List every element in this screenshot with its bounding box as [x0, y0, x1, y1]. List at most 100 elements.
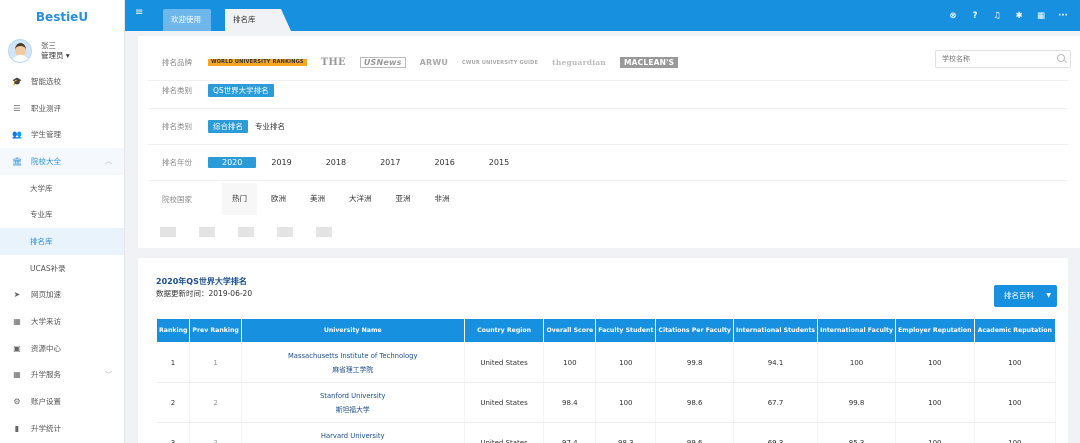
sidebar-item-2[interactable]: 👥 学生管理	[0, 121, 124, 148]
column-header[interactable]: Prev Ranking	[189, 318, 242, 343]
year-2017-option[interactable]: 2017	[375, 157, 405, 168]
avatar[interactable]	[8, 39, 32, 63]
column-header[interactable]: Citations Per Faculty	[655, 318, 734, 343]
brand-qs[interactable]: WORLD UNIVERSITY RANKINGS	[208, 59, 307, 66]
user-name: 张三	[41, 41, 56, 50]
sidebar-item-label: 学生管理	[31, 130, 61, 140]
chevron-down-icon: ﹀	[105, 370, 112, 379]
cell-intl_students: 94.1	[733, 342, 819, 383]
sidebar-item-4[interactable]: 大学库	[0, 175, 124, 202]
year-2016-option[interactable]: 2016	[429, 157, 459, 168]
calculator-icon[interactable]: ▦	[1030, 11, 1052, 21]
sidebar-item-12[interactable]: ⚙ 账户设置	[0, 388, 124, 415]
brand-the[interactable]: THE	[321, 57, 346, 68]
region-oceania-tab[interactable]: 大洋洲	[339, 183, 382, 215]
university-name-cell: Harvard University哈佛大学	[241, 422, 465, 443]
university-name-zh-link[interactable]: 斯坦福大学	[242, 403, 464, 417]
sidebar-item-0[interactable]: 🎓 智能选校	[0, 68, 124, 95]
flag-australia-icon[interactable]	[316, 227, 332, 237]
tab-welcome[interactable]: 欢迎使用	[163, 9, 211, 31]
gear-icon[interactable]: ✱	[1008, 11, 1030, 21]
brand-logo[interactable]: BestieU	[0, 0, 124, 34]
column-header[interactable]: Academic Reputation	[973, 318, 1057, 343]
sidebar-item-7[interactable]: UCAS补录	[0, 255, 124, 282]
sidebar-item-13[interactable]: ▮ 升学统计	[0, 415, 124, 442]
sidebar-item-9[interactable]: ▦ 大学来访	[0, 308, 124, 335]
year-2015-option[interactable]: 2015	[484, 157, 514, 168]
region-americas-tab[interactable]: 美洲	[300, 183, 335, 215]
filter-panel: 排名品牌 WORLD UNIVERSITY RANKINGS THE USNew…	[138, 36, 1080, 248]
cell-country: United States	[464, 422, 545, 443]
user-role-dropdown[interactable]: 管理员 ▾	[41, 51, 70, 61]
brand-cwur[interactable]: CWUR UNIVERSITY GUIDE	[462, 60, 538, 66]
ranking-wiki-button[interactable]: 排名百科 ▼	[994, 285, 1057, 307]
sidebar-item-8[interactable]: ➤ 网页加速	[0, 282, 124, 309]
sidebar-item-5[interactable]: 专业库	[0, 201, 124, 228]
column-header[interactable]: Country Region	[463, 318, 545, 343]
help-icon[interactable]: ?	[964, 11, 986, 21]
country-filter-row: 院校国家 热门 欧洲 美洲 大洋洲 亚洲 非洲	[148, 181, 1068, 217]
university-name-en-link[interactable]: Massachusetts Institute of Technology	[242, 349, 464, 363]
column-header[interactable]: Employer Reputation	[895, 318, 975, 343]
table-row[interactable]: 33Harvard University哈佛大学United States97.…	[156, 422, 1057, 443]
sidebar: BestieU 张三 管理员 ▾ 🎓 智能选校 ☰ 职业测评 👥 学生管理 🏛 院校大全 ︿ 大学…	[0, 0, 125, 443]
users-icon: 👥	[12, 130, 22, 140]
university-name-en-link[interactable]: Harvard University	[242, 429, 464, 443]
cell-citations: 99.6	[655, 422, 734, 443]
type-overall-option[interactable]: 综合排名	[208, 120, 248, 133]
sidebar-item-label: 资源中心	[31, 343, 61, 353]
brand-arwu[interactable]: ARWU	[420, 58, 448, 67]
results-update-date: 数据更新时间：2019-06-20	[156, 289, 253, 298]
column-header[interactable]: Faculty Student	[595, 318, 657, 343]
type-subject-option[interactable]: 专业排名	[250, 120, 290, 133]
sidebar-item-1[interactable]: ☰ 职业测评	[0, 95, 124, 122]
year-2018-option[interactable]: 2018	[321, 157, 351, 168]
close-circle-icon[interactable]: ⊗	[942, 11, 964, 21]
university-name-en-link[interactable]: Stanford University	[242, 389, 464, 403]
ranking-table: Ranking Prev Ranking University Name Countr…	[155, 318, 1057, 443]
cell-overall: 100	[543, 342, 597, 383]
region-hot-tab[interactable]: 热门	[222, 183, 257, 215]
university-name-zh-link[interactable]: 麻省理工学院	[242, 363, 464, 377]
flag-switzerland-icon[interactable]	[277, 227, 293, 237]
sidebar-item-label: 账户设置	[31, 397, 61, 407]
bell-icon[interactable]: ♫	[986, 11, 1008, 21]
flag-us-icon[interactable]	[199, 227, 215, 237]
country-filter-label: 院校国家	[162, 194, 192, 204]
user-profile[interactable]: 张三 管理员 ▾	[0, 34, 124, 68]
sidebar-item-label: 大学来访	[31, 317, 61, 327]
cell-ranking: 1	[156, 342, 191, 383]
cell-academic: 100	[974, 342, 1057, 383]
cell-overall: 97.4	[543, 422, 597, 443]
column-header[interactable]: University Name	[240, 318, 465, 343]
region-africa-tab[interactable]: 非洲	[425, 183, 460, 215]
table-row[interactable]: 2 2 Stanford University 斯坦福大学 United States 9…	[156, 382, 1057, 423]
table-row[interactable]: 1 1 Massachusetts Institute of Technology 麻…	[156, 342, 1057, 383]
brand-macleans[interactable]: MACLEAN'S	[619, 57, 679, 68]
results-panel: 2020年QS世界大学排名 数据更新时间：2019-06-20 排名百科 ▼ R…	[138, 258, 1068, 443]
brand-guardian[interactable]: theguardian	[552, 58, 606, 67]
flag-uk-icon[interactable]	[160, 227, 176, 237]
column-header[interactable]: Ranking	[155, 318, 191, 343]
sidebar-item-3[interactable]: 🏛 院校大全 ︿	[0, 148, 124, 175]
category-qs-option[interactable]: QS世界大学排名	[208, 84, 274, 97]
flag-canada-icon[interactable]	[238, 227, 254, 237]
region-europe-tab[interactable]: 欧洲	[261, 183, 296, 215]
year-2019-option[interactable]: 2019	[266, 157, 296, 168]
brand-usnews[interactable]: USNews	[359, 57, 406, 68]
cell-overall: 98.4	[543, 382, 597, 423]
more-icon[interactable]: ···	[1052, 11, 1074, 21]
tab-ranking[interactable]: 排名库	[225, 9, 291, 31]
column-header[interactable]: Overall Score	[543, 318, 597, 343]
year-2020-option[interactable]: 2020	[208, 157, 257, 168]
category-filter-row: 排名类别 QS世界大学排名	[148, 73, 1068, 109]
column-header[interactable]: International Students	[732, 318, 819, 343]
column-header[interactable]: International Faculty	[817, 318, 897, 343]
region-asia-tab[interactable]: 亚洲	[386, 183, 421, 215]
sidebar-item-label: 大学库	[30, 183, 53, 193]
menu-toggle-icon[interactable]: ≡	[135, 7, 143, 18]
sidebar-item-6[interactable]: 排名库	[0, 228, 124, 255]
sidebar-item-10[interactable]: ▣ 资源中心	[0, 335, 124, 362]
sidebar-item-11[interactable]: ▦ 升学服务 ﹀	[0, 362, 124, 389]
bar-chart-icon: ▮	[14, 423, 20, 433]
